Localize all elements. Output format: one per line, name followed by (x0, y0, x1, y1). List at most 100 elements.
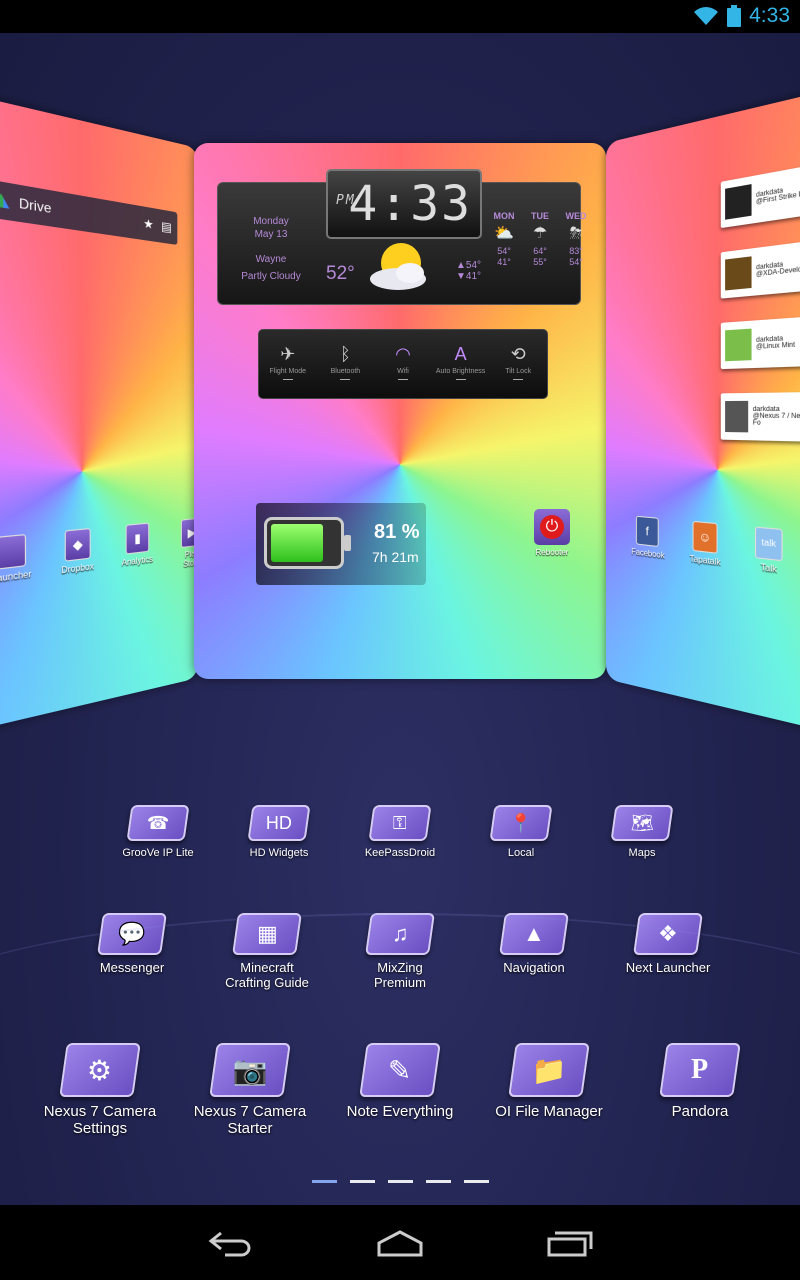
app-hd-widgets[interactable]: HD HD Widgets (209, 805, 349, 860)
app-minecraft-crafting-guide[interactable]: ▦ Minecraft Crafting Guide (197, 913, 337, 991)
toggle-label: Bluetooth (330, 368, 361, 375)
clock-display[interactable]: PM 4:33 (326, 169, 482, 239)
forecast-day-name: TUE (531, 211, 549, 221)
toggle-label: Tilt Lock (505, 368, 532, 375)
wifi-icon: ◠ (395, 344, 411, 364)
app-talk[interactable]: talk Talk (749, 526, 788, 576)
app-label: Analytics (121, 554, 154, 568)
home-page-center[interactable]: PM 4:33 Monday May 13 Wayne Partly Cloud… (194, 143, 606, 679)
clock-weather-widget[interactable]: PM 4:33 Monday May 13 Wayne Partly Cloud… (217, 169, 587, 305)
home-button[interactable] (370, 1223, 430, 1263)
battery-widget[interactable]: 81 % 7h 21m (256, 503, 426, 585)
status-time: 4:33 (749, 4, 790, 27)
power-icon: ⏻ (540, 515, 564, 539)
forecast-day: MON ⛅ 54° 41° (490, 211, 518, 268)
location-label: Wayne (255, 254, 287, 265)
rotate-lock-icon: ⟲ (510, 344, 526, 364)
app-nexus7-camera-starter[interactable]: 📷 Nexus 7 Camera Starter (180, 1043, 320, 1138)
app-label: Navigation (503, 960, 565, 975)
map-icon: 🗺 (610, 805, 674, 841)
toggle-bluetooth[interactable]: ᛒ Bluetooth (317, 340, 373, 398)
forecast-lo: 41° (497, 257, 511, 267)
tweet-card[interactable]: darkdata@Nexus 7 / Nexus 10 Fo (720, 391, 800, 443)
hi-lo: ▲54° ▼41° (456, 260, 481, 282)
toggle-label: Wifi (397, 368, 409, 375)
page-dot[interactable] (350, 1180, 375, 1183)
forecast-lo: 54° (569, 257, 583, 267)
forecast-hi: 54° (497, 246, 511, 256)
app-groove-ip-lite[interactable]: ☎ GrooVe IP Lite (88, 805, 228, 860)
home-page-right[interactable]: darkdata@First Strike Fiver darkdata@XDA… (606, 84, 800, 738)
app-label: Minecraft Crafting Guide (225, 960, 309, 990)
app-launcher[interactable]: Launcher (0, 533, 32, 595)
partly-cloudy-icon (370, 243, 426, 290)
forecast-day: TUE ☂ 64° 55° (526, 211, 554, 268)
app-dropbox[interactable]: ◆ Dropbox (59, 527, 96, 585)
app-pandora[interactable]: P Pandora (630, 1043, 770, 1120)
app-tapatalk[interactable]: ☺ Tapatalk (687, 520, 723, 567)
app-analytics[interactable]: ▮ Analytics (121, 522, 154, 577)
avatar (725, 184, 752, 220)
toggle-wifi[interactable]: ◠ Wifi (375, 340, 431, 398)
star-icon[interactable]: ★ (143, 216, 153, 232)
app-label: GrooVe IP Lite (122, 847, 194, 859)
page-dot[interactable] (426, 1180, 451, 1183)
recent-apps-button[interactable] (540, 1223, 600, 1263)
battery-percent: 81 % (374, 521, 420, 543)
folder-icon: 📁 (508, 1043, 590, 1097)
dropbox-icon: ◆ (64, 527, 91, 562)
app-oi-file-manager[interactable]: 📁 OI File Manager (479, 1043, 619, 1120)
drive-logo-icon (0, 192, 9, 209)
forecast-hi: 64° (533, 246, 547, 256)
current-temp: 52° (326, 263, 355, 284)
note-icon: ✎ (359, 1043, 441, 1097)
app-nexus7-camera-settings[interactable]: ⚙ Nexus 7 Camera Settings (30, 1043, 170, 1138)
page-dot[interactable] (312, 1180, 337, 1183)
toggle-label: Flight Mode (269, 368, 307, 375)
app-keepassdroid[interactable]: ⚿ KeePassDroid (330, 805, 470, 860)
app-next-launcher[interactable]: ❖ Next Launcher (598, 913, 738, 976)
app-mixzing-premium[interactable]: ♫ MixZing Premium (330, 913, 470, 991)
day-label: Monday (253, 216, 289, 227)
avatar (725, 400, 749, 433)
toggle-tilt-lock[interactable]: ⟲ Tilt Lock (490, 340, 546, 398)
forecast-lo: 55° (533, 257, 547, 267)
twitter-widget: darkdata@First Strike Fiver darkdata@XDA… (720, 162, 800, 468)
app-note-everything[interactable]: ✎ Note Everything (330, 1043, 470, 1120)
page-dot[interactable] (388, 1180, 413, 1183)
quick-toggles-widget: ✈ Flight Mode ᛒ Bluetooth ◠ Wifi A Auto Brig… (258, 329, 548, 399)
lock-icon: ⚿ (368, 805, 432, 841)
ampm-label: PM (336, 193, 356, 208)
crafting-table-icon: ▦ (232, 913, 302, 955)
tweet-card[interactable]: darkdata @XDA-Developers (720, 238, 800, 299)
navigation-arrow-icon: ▲ (499, 913, 569, 955)
bluetooth-icon: ᛒ (339, 344, 351, 364)
back-button[interactable] (200, 1223, 260, 1263)
new-doc-icon[interactable]: ▤ (161, 219, 172, 235)
app-navigation[interactable]: ▲ Navigation (464, 913, 604, 976)
date-label: May 13 (254, 229, 288, 240)
page-dot[interactable] (464, 1180, 489, 1183)
toggle-flight-mode[interactable]: ✈ Flight Mode (260, 340, 316, 398)
battery-level-fill (271, 524, 323, 562)
high-temp: ▲54° (456, 260, 482, 271)
app-maps[interactable]: 🗺 Maps (572, 805, 712, 860)
partly-cloudy-icon: ⛅ (494, 225, 514, 242)
drive-widget[interactable]: Drive ★ ▤ (0, 178, 178, 245)
app-facebook[interactable]: f Facebook (631, 515, 665, 561)
message-icon: 💬 (97, 913, 167, 955)
home-page-left[interactable]: Drive ★ ▤ Launcher ◆ Dropbox ▮ Analytics ▶… (0, 87, 199, 739)
tweet-card[interactable]: darkdata @Linux Mint (720, 315, 800, 370)
forecast: MON ⛅ 54° 41° TUE ☂ 64° 55° WED ⛈ 83° 54… (490, 211, 590, 268)
app-local[interactable]: 📍 Local (451, 805, 591, 860)
right-panel-apps: f Facebook ☺ Tapatalk talk Talk (631, 515, 788, 576)
music-icon: ♫ (365, 913, 435, 955)
toggle-label: Auto Brightness (435, 368, 486, 375)
tweet-card[interactable]: darkdata@First Strike Fiver (720, 162, 800, 229)
toggle-auto-brightness[interactable]: A Auto Brightness (433, 340, 489, 398)
app-label: Talk (760, 562, 777, 575)
page-indicator[interactable] (312, 1180, 489, 1183)
app-rebooter[interactable]: ⏻ Rebooter (528, 509, 576, 557)
app-label: Facebook (631, 546, 665, 561)
app-messenger[interactable]: 💬 Messenger (62, 913, 202, 976)
